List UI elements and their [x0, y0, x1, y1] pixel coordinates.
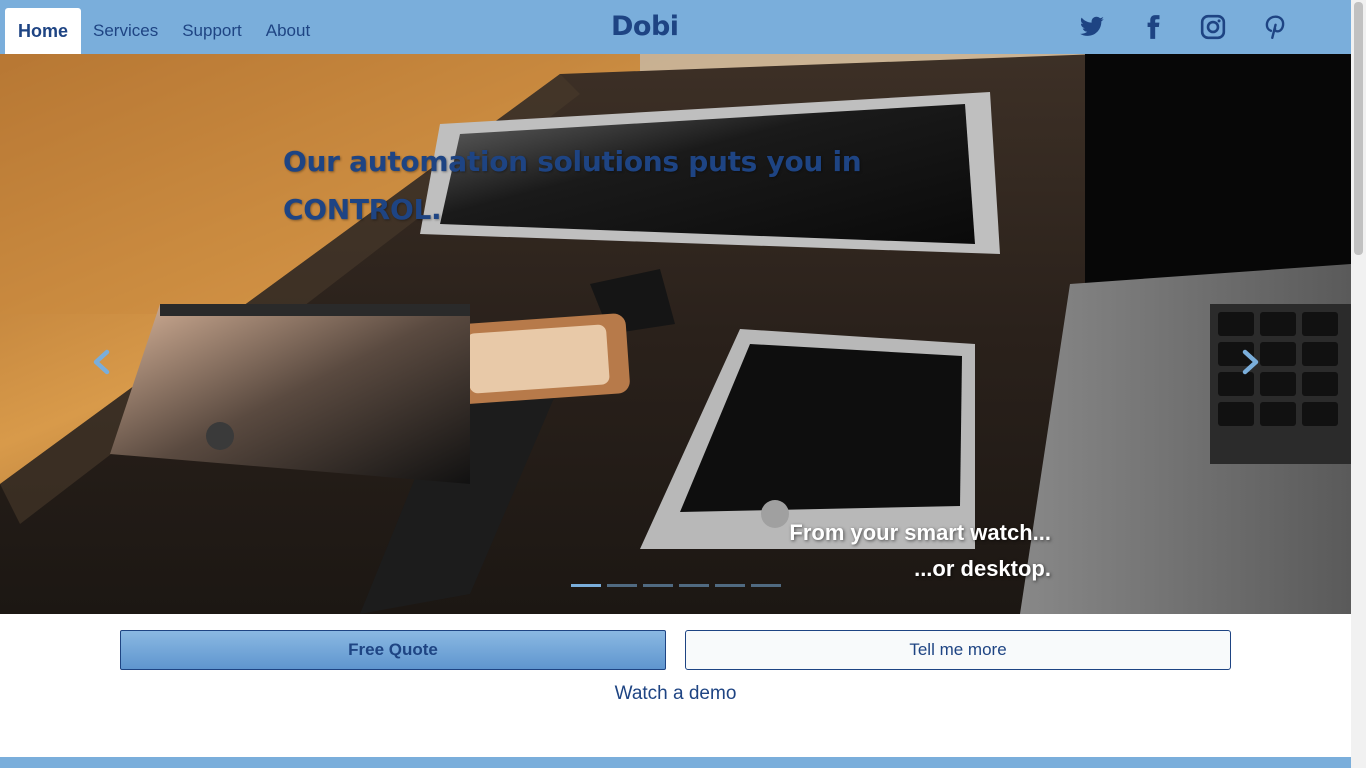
pinterest-icon[interactable] [1262, 14, 1288, 40]
brand-logo[interactable]: Dobi [611, 11, 679, 42]
watch-demo-link[interactable]: Watch a demo [0, 683, 1351, 705]
carousel-indicator[interactable] [751, 584, 781, 587]
navbar: Home Services Support About Dobi [0, 0, 1351, 54]
carousel-indicator[interactable] [679, 584, 709, 587]
carousel-indicator[interactable] [715, 584, 745, 587]
nav-links: Home Services Support About [5, 8, 322, 54]
free-quote-button[interactable]: Free Quote [120, 630, 666, 670]
twitter-icon[interactable] [1079, 14, 1105, 40]
carousel-indicators [571, 584, 781, 587]
carousel-caption-line1: From your smart watch... [789, 520, 1051, 545]
carousel-prev-button[interactable] [87, 344, 117, 380]
nav-link-home[interactable]: Home [5, 8, 82, 54]
chevron-left-icon [93, 349, 110, 375]
scrollbar[interactable] [1351, 0, 1366, 768]
carousel-indicator[interactable] [643, 584, 673, 587]
carousel-caption-line2: ...or desktop. [914, 556, 1051, 581]
carousel-next-button[interactable] [1235, 344, 1265, 380]
nav-link-services[interactable]: Services [81, 8, 170, 54]
facebook-icon[interactable] [1140, 14, 1166, 40]
chevron-right-icon [1242, 349, 1259, 375]
page: Home Services Support About Dobi Our aut… [0, 0, 1366, 768]
nav-link-support[interactable]: Support [170, 8, 254, 54]
scrollbar-thumb[interactable] [1354, 2, 1363, 255]
nav-link-about[interactable]: About [254, 8, 322, 54]
instagram-icon[interactable] [1200, 14, 1226, 40]
footer-strip [0, 757, 1351, 768]
tell-me-more-button[interactable]: Tell me more [685, 630, 1231, 670]
carousel-indicator[interactable] [571, 584, 601, 587]
hero-headline: Our automation solutions puts you in CON… [283, 145, 862, 226]
carousel-indicator[interactable] [607, 584, 637, 587]
hero-carousel: Our automation solutions puts you in CON… [0, 54, 1351, 614]
